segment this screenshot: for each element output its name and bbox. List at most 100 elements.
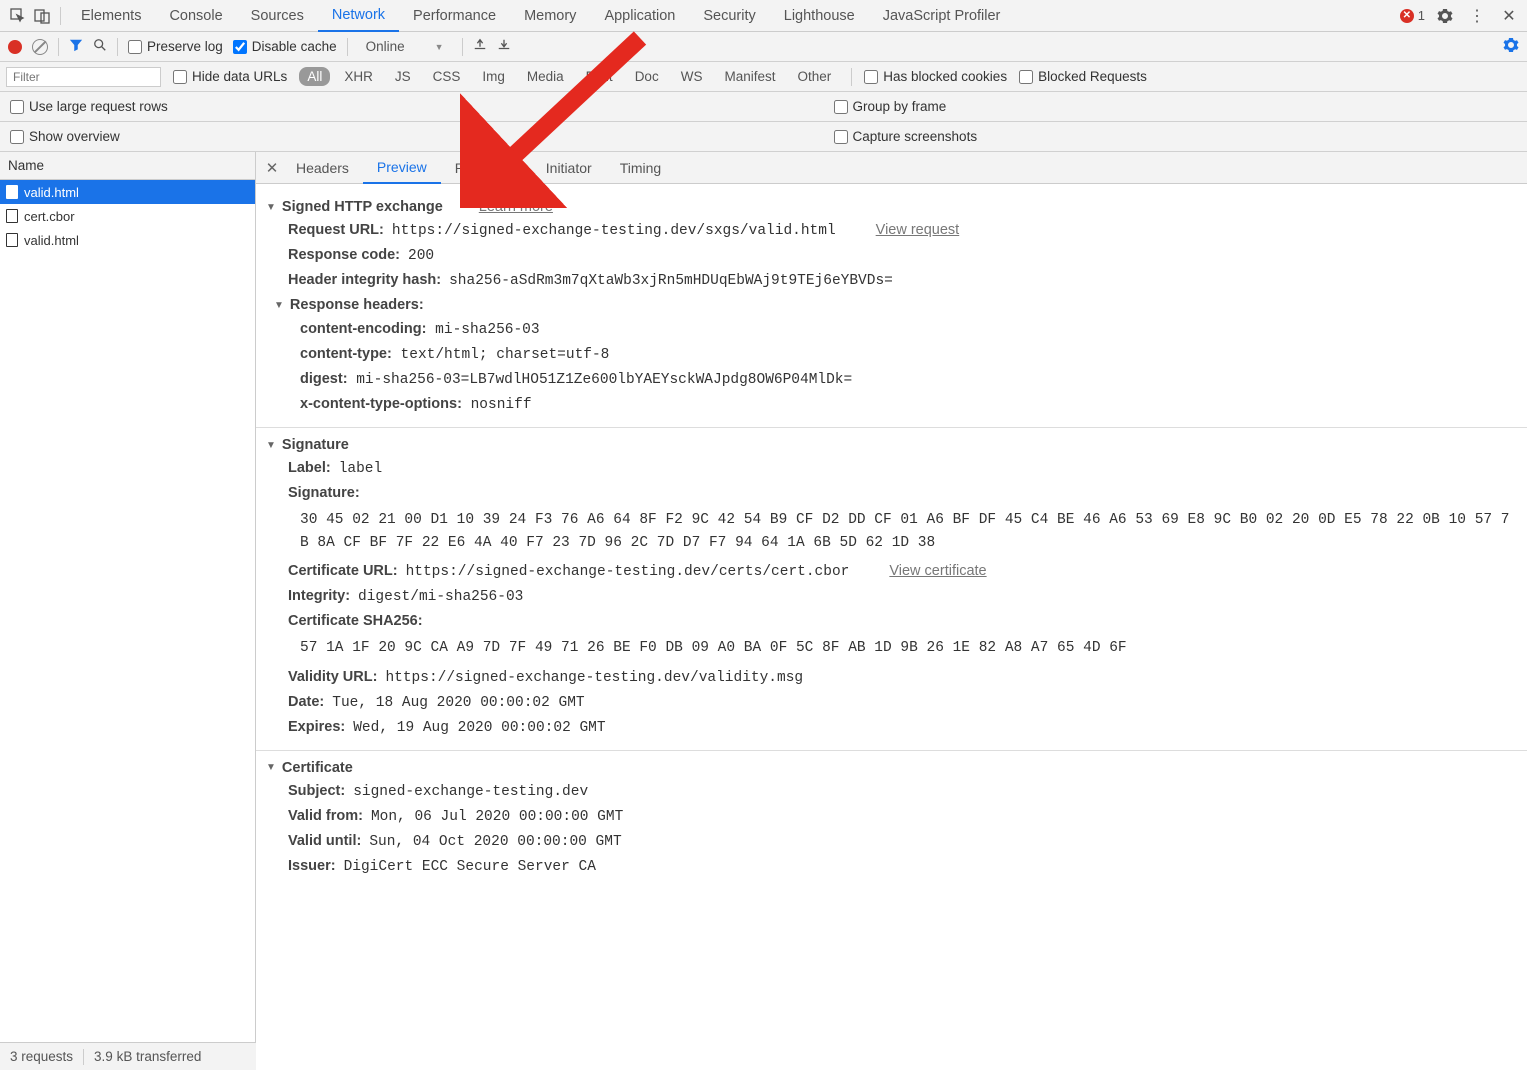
hide-data-urls-checkbox[interactable]: Hide data URLs (173, 69, 287, 84)
request-row[interactable]: valid.html (0, 228, 255, 252)
export-har-icon[interactable] (497, 38, 511, 55)
response-headers-label: Response headers: (290, 297, 424, 313)
separator (851, 68, 852, 86)
error-count: 1 (1418, 8, 1425, 23)
group-by-frame-checkbox[interactable]: Group by frame (834, 99, 947, 114)
sxg-section: ▼ Signed HTTP exchange Learn more Reques… (256, 190, 1527, 428)
separator (462, 38, 463, 56)
header-value: text/html; charset=utf-8 (392, 347, 610, 363)
view-request-link[interactable]: View request (876, 222, 960, 238)
detail-tabs: ✕ HeadersPreviewResponseInitiatorTiming (256, 152, 1527, 184)
detail-tab-timing[interactable]: Timing (606, 152, 676, 184)
detail-tab-headers[interactable]: Headers (282, 152, 363, 184)
status-bar: 3 requests 3.9 kB transferred (0, 1042, 256, 1070)
cert-issuer-v: DigiCert ECC Secure Server CA (344, 859, 596, 875)
name-column-header[interactable]: Name (0, 152, 255, 180)
filter-bar: Hide data URLs All XHR JS CSS Img Media Font Do… (0, 62, 1527, 92)
close-devtools-icon[interactable]: ✕ (1497, 4, 1521, 28)
cert-subject-v: signed-exchange-testing.dev (353, 784, 588, 800)
certificate-header[interactable]: ▼Certificate (266, 757, 1517, 779)
tab-performance[interactable]: Performance (399, 0, 510, 32)
tab-security[interactable]: Security (689, 0, 769, 32)
sig-date-v: Tue, 18 Aug 2020 00:00:02 GMT (332, 695, 584, 711)
disclosure-triangle-icon: ▼ (266, 440, 276, 451)
devtools-main-tabs: ElementsConsoleSourcesNetworkPerformance… (0, 0, 1527, 32)
disable-cache-checkbox[interactable]: Disable cache (233, 39, 337, 54)
separator (83, 1049, 84, 1065)
filter-type-font[interactable]: Font (578, 67, 621, 86)
filter-type-manifest[interactable]: Manifest (716, 67, 783, 86)
detail-tab-initiator[interactable]: Initiator (532, 152, 606, 184)
signature-header[interactable]: ▼ Signature (266, 434, 1517, 456)
sig-label-k: Label: (288, 460, 331, 476)
tab-lighthouse[interactable]: Lighthouse (770, 0, 869, 32)
cert-validfrom-v: Mon, 06 Jul 2020 00:00:00 GMT (371, 809, 623, 825)
filter-type-other[interactable]: Other (789, 67, 839, 86)
close-detail-icon[interactable]: ✕ (262, 159, 282, 177)
header-name: x-content-type-options: (300, 396, 462, 412)
filter-type-img[interactable]: Img (474, 67, 513, 86)
learn-more-link[interactable]: Learn more (479, 199, 553, 215)
search-icon[interactable] (93, 38, 107, 55)
sig-expires-k: Expires: (288, 719, 345, 735)
filter-toggle-icon[interactable] (69, 38, 83, 55)
filter-type-all[interactable]: All (299, 67, 330, 86)
inspect-icon[interactable] (6, 4, 30, 28)
filter-type-ws[interactable]: WS (673, 67, 711, 86)
filter-type-css[interactable]: CSS (425, 67, 469, 86)
settings-gear-icon[interactable] (1433, 4, 1457, 28)
response-header-row: content-encoding: mi-sha256-03 (266, 317, 1517, 342)
has-blocked-cookies-checkbox[interactable]: Has blocked cookies (864, 69, 1007, 84)
record-button[interactable] (8, 40, 22, 54)
view-certificate-link[interactable]: View certificate (889, 563, 986, 579)
show-overview-checkbox[interactable]: Show overview (10, 129, 120, 144)
sig-validity-k: Validity URL: (288, 669, 377, 685)
cert-validfrom-k: Valid from: (288, 808, 363, 824)
filter-type-media[interactable]: Media (519, 67, 572, 86)
device-toggle-icon[interactable] (30, 4, 54, 28)
signature-title: Signature (282, 437, 349, 453)
main-panel: Name valid.htmlcert.cborvalid.html 3 req… (0, 152, 1527, 1042)
separator (58, 38, 59, 56)
preserve-log-checkbox[interactable]: Preserve log (128, 39, 223, 54)
tab-network[interactable]: Network (318, 0, 399, 32)
tab-console[interactable]: Console (155, 0, 236, 32)
network-settings-gear-icon[interactable] (1503, 37, 1519, 56)
detail-tab-preview[interactable]: Preview (363, 152, 441, 184)
use-large-rows-checkbox[interactable]: Use large request rows (10, 99, 168, 114)
more-vert-icon[interactable]: ⋮ (1465, 4, 1489, 28)
error-count-badge[interactable]: ✕ 1 (1400, 8, 1425, 23)
import-har-icon[interactable] (473, 38, 487, 55)
filter-type-doc[interactable]: Doc (627, 67, 667, 86)
certificate-section: ▼Certificate Subject: signed-exchange-tes… (256, 751, 1527, 889)
filter-type-xhr[interactable]: XHR (336, 67, 381, 86)
detail-tab-response[interactable]: Response (441, 152, 532, 184)
request-row[interactable]: cert.cbor (0, 204, 255, 228)
request-url-label: Request URL: (288, 222, 384, 238)
filter-type-js[interactable]: JS (387, 67, 419, 86)
request-row[interactable]: valid.html (0, 180, 255, 204)
tab-sources[interactable]: Sources (237, 0, 318, 32)
header-name: content-type: (300, 346, 392, 362)
header-integrity-value: sha256-aSdRm3m7qXtaWb3xjRn5mHDUqEbWAj9t9… (449, 273, 893, 289)
response-headers-toggle[interactable]: ▼ Response headers: (266, 293, 1517, 317)
capture-screenshots-checkbox[interactable]: Capture screenshots (834, 129, 978, 144)
sig-validity-v: https://signed-exchange-testing.dev/vali… (385, 670, 803, 686)
disclosure-triangle-icon: ▼ (274, 300, 284, 311)
separator (347, 38, 348, 56)
cert-subject-k: Subject: (288, 783, 345, 799)
sig-date-k: Date: (288, 694, 324, 710)
blocked-requests-checkbox[interactable]: Blocked Requests (1019, 69, 1147, 84)
tab-memory[interactable]: Memory (510, 0, 590, 32)
tab-application[interactable]: Application (590, 0, 689, 32)
file-icon (6, 185, 18, 199)
throttling-select[interactable]: Online▼ (358, 39, 452, 54)
cert-title: Certificate (282, 760, 353, 776)
sxg-header[interactable]: ▼ Signed HTTP exchange Learn more (266, 196, 1517, 218)
tab-javascript-profiler[interactable]: JavaScript Profiler (869, 0, 1015, 32)
filter-input[interactable] (6, 67, 161, 87)
tab-elements[interactable]: Elements (67, 0, 155, 32)
status-transferred: 3.9 kB transferred (94, 1049, 201, 1064)
separator (60, 7, 61, 25)
clear-button[interactable] (32, 39, 48, 55)
